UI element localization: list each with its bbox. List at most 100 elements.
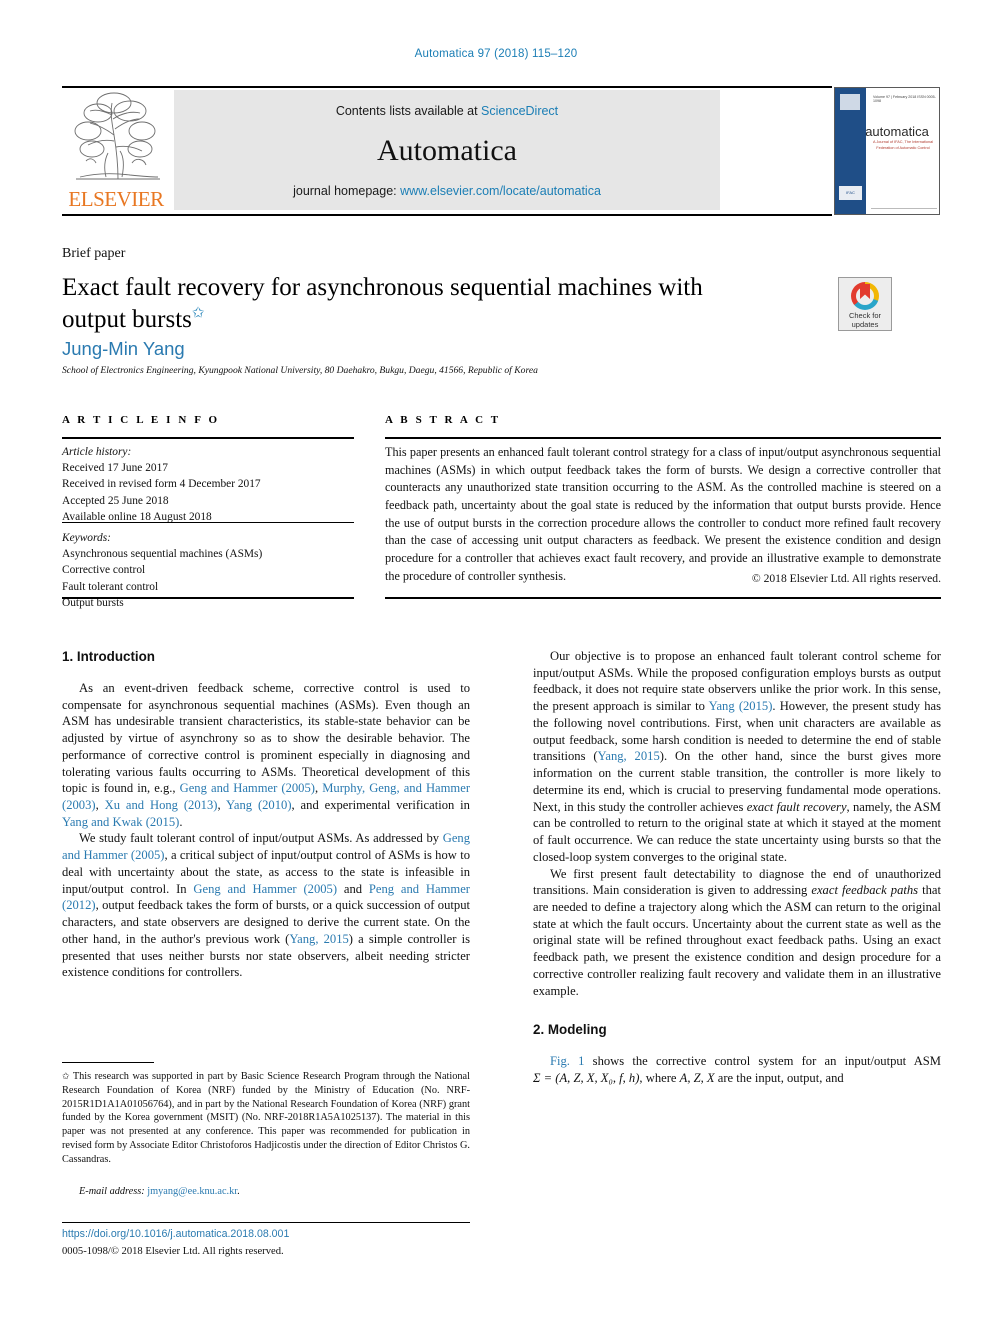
paragraph-right-3: Fig. 1 shows the corrective control syst… (533, 1053, 941, 1086)
cover-ifac-icon: IFAC (839, 186, 862, 200)
journal-banner: Contents lists available at ScienceDirec… (174, 90, 720, 210)
p1-text-e: . (179, 814, 183, 829)
section-heading-modeling: 2. Modeling (533, 1022, 607, 1038)
body-column-right: Our objective is to propose an enhanced … (533, 648, 941, 1087)
citation-yang-2015[interactable]: Yang, 2015 (598, 749, 660, 763)
p1-sep-3: , (217, 797, 227, 812)
p1-text-a: As an event-driven feedback scheme, corr… (62, 680, 470, 796)
header-rule-bottom (62, 214, 832, 216)
section-heading-introduction: 1. Introduction (62, 649, 155, 664)
doi-rule (62, 1222, 470, 1223)
crossmark-badge[interactable]: Check for updates (838, 277, 892, 331)
article-history-block: Article history: Received 17 June 2017 R… (62, 444, 354, 525)
history-item: Accepted 25 June 2018 (62, 494, 169, 507)
article-info-heading: A R T I C L E I N F O (62, 414, 220, 426)
cover-left-band: IFAC (835, 88, 866, 214)
p2-text-a: We study fault tolerant control of input… (79, 831, 443, 846)
page-title: Exact fault recovery for asynchronous se… (62, 272, 762, 336)
p2-text-c: and (337, 881, 369, 896)
homepage-prefix: journal homepage: (293, 184, 401, 198)
abstract-text: This paper presents an enhanced fault to… (385, 445, 941, 583)
cover-journal-name: automatica (865, 124, 929, 139)
contents-line: Contents lists available at ScienceDirec… (174, 104, 720, 118)
elsevier-wordmark: ELSEVIER (68, 187, 164, 211)
info-rule-middle (62, 522, 354, 523)
history-item: Received 17 June 2017 (62, 462, 168, 475)
sciencedirect-link[interactable]: ScienceDirect (481, 104, 558, 118)
abstract-rule-top (385, 437, 941, 439)
citation-year[interactable]: (2013) (184, 798, 218, 812)
journal-homepage-line: journal homepage: www.elsevier.com/locat… (174, 184, 720, 198)
abstract-rule-bottom (385, 597, 941, 599)
doi-link[interactable]: https://doi.org/10.1016/j.automatica.201… (62, 1228, 289, 1240)
keyword-item: Fault tolerant control (62, 580, 159, 593)
r3-text-b: , where (639, 1070, 680, 1085)
email-label: E-mail address: (79, 1186, 145, 1197)
keyword-item: Asynchronous sequential machines (ASMs) (62, 548, 263, 561)
p1-sep-2: , (95, 797, 105, 812)
cover-elsevier-icon (840, 94, 860, 110)
citation-year[interactable]: (2012) (62, 898, 96, 912)
author-affiliation: School of Electronics Engineering, Kyung… (62, 365, 538, 376)
journal-homepage-link[interactable]: www.elsevier.com/locate/automatica (400, 184, 601, 198)
cover-bottom-rule (871, 208, 937, 209)
abstract-copyright: © 2018 Elsevier Ltd. All rights reserved… (751, 572, 941, 585)
header-rule-top (62, 86, 832, 88)
r2-text-b: that are needed to define a trajectory a… (533, 883, 941, 998)
emphasis-exact-fault-recovery: exact fault recovery (746, 799, 847, 814)
cover-tagline: A Journal of IFAC, The International Fed… (872, 140, 934, 150)
info-rule-bottom (62, 597, 354, 599)
citation-year[interactable]: (2005) (131, 848, 165, 862)
title-text: Exact fault recovery for asynchronous se… (62, 274, 703, 333)
citation-yang-kwak[interactable]: Yang and Kwak (62, 815, 143, 829)
abstract-heading: A B S T R A C T (385, 414, 501, 426)
p1-text-d: , and experimental verification in (291, 797, 470, 812)
paragraph-right-1: Our objective is to propose an enhanced … (533, 648, 941, 866)
footnote-marker: ✩ (62, 1071, 70, 1081)
running-head: Automatica 97 (2018) 115–120 (414, 48, 578, 60)
citation-year[interactable]: (2005) (281, 781, 315, 795)
email-trail: . (237, 1186, 240, 1197)
elsevier-logo: ELSEVIER (62, 91, 170, 213)
math-azx: A, Z, X (679, 1070, 715, 1085)
journal-title: Automatica (377, 134, 517, 167)
citation-year[interactable]: (2015) (146, 815, 180, 829)
elsevier-tree-icon (68, 91, 164, 185)
email-link[interactable]: jmyang@ee.knu.ac.kr (147, 1186, 237, 1197)
paper-page: Automatica 97 (2018) 115–120 ELSEVIER Co… (0, 0, 992, 1323)
citation-murphy-geng-hammer[interactable]: Murphy, Geng, and Hammer (322, 781, 470, 795)
figure-reference-fig1[interactable]: Fig. 1 (550, 1054, 584, 1068)
citation-yang-2015[interactable]: Yang, 2015 (289, 932, 348, 946)
history-item: Received in revised form 4 December 2017 (62, 478, 261, 491)
paragraph-right-2: We first present fault detectability to … (533, 866, 941, 1000)
footnote-email-line: E-mail address: jmyang@ee.knu.ac.kr. (62, 1186, 470, 1197)
paragraph-intro-1: As an event-driven feedback scheme, corr… (62, 680, 470, 831)
title-footnote-marker: ✩ (191, 305, 205, 322)
footnote-funding: ✩ This research was supported in part by… (62, 1070, 470, 1167)
citation-year[interactable]: (2015) (739, 699, 773, 713)
citation-year[interactable]: (2010) (258, 798, 292, 812)
contents-prefix: Contents lists available at (335, 104, 482, 118)
r3-text-a: shows the corrective control system for … (584, 1054, 941, 1069)
citation-year[interactable]: (2003) (62, 798, 96, 812)
citation-yang-2015[interactable]: Yang (709, 699, 735, 713)
footnote-rule (62, 1062, 154, 1063)
citation-peng-hammer[interactable]: Peng and Hammer (369, 882, 470, 896)
issn-copyright: 0005-1098/© 2018 Elsevier Ltd. All right… (62, 1246, 284, 1257)
info-rule-top (62, 437, 354, 439)
article-type: Brief paper (62, 246, 126, 261)
keyword-item: Corrective control (62, 564, 146, 577)
journal-header: ELSEVIER Contents lists available at Sci… (62, 86, 940, 216)
citation-geng-hammer[interactable]: Geng and Hammer (180, 781, 278, 795)
citation-geng-hammer[interactable]: Geng and Hammer (193, 882, 296, 896)
journal-cover-thumbnail: IFAC Volume 97 | February 2018 ISSN 0005… (834, 87, 940, 215)
keywords-label: Keywords: (62, 532, 111, 544)
paragraph-intro-2: We study fault tolerant control of input… (62, 830, 470, 981)
citation-xu-hong[interactable]: Xu and Hong (105, 798, 178, 812)
author-name[interactable]: Jung-Min Yang (62, 338, 185, 360)
citation-yang-2010[interactable]: Yang (226, 798, 252, 812)
citation-year[interactable]: (2005) (303, 882, 337, 896)
cover-volume-line: Volume 97 | February 2018 ISSN 0005-1098 (873, 95, 936, 103)
article-history-label: Article history: (62, 446, 132, 458)
crossmark-label: Check for updates (848, 311, 882, 330)
